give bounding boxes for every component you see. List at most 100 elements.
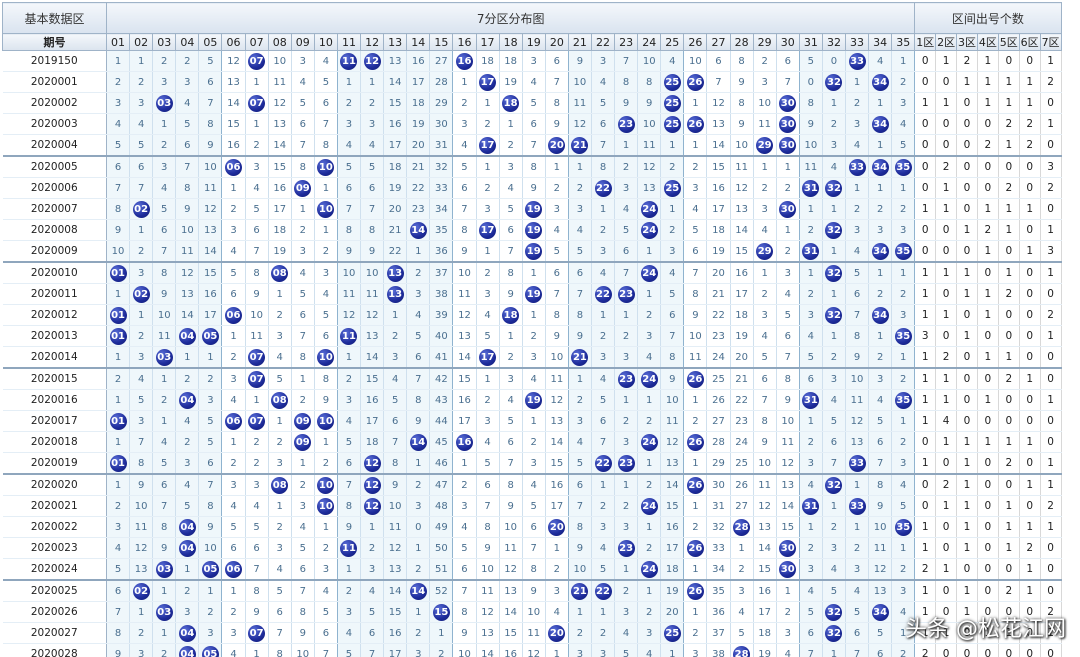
missing-count-cell: 14 (730, 219, 754, 241)
drawn-ball: 12 (363, 454, 381, 472)
zone-count-cell: 0 (1040, 346, 1062, 369)
missing-count-cell: 2 (868, 283, 893, 305)
missing-count-cell: 4 (268, 346, 292, 369)
missing-count-cell: 31 (429, 134, 454, 157)
missing-count-cell: 1 (129, 219, 154, 241)
missing-count-cell: 1 (683, 601, 708, 623)
missing-count-cell: 4 (476, 304, 500, 326)
zone-count-cell: 0 (977, 452, 999, 475)
missing-count-cell: 16 (706, 177, 731, 199)
missing-count-cell: 16 (545, 473, 569, 496)
number-col-header: 20 (544, 33, 569, 51)
missing-count-cell: 9 (314, 389, 338, 411)
missing-count-cell: 9 (545, 325, 569, 347)
drawn-ball: 01 (109, 327, 127, 345)
missing-count-cell: 2 (730, 558, 754, 581)
drawn-number-cell: 02 (129, 283, 154, 305)
missing-count-cell: 5 (522, 495, 546, 517)
missing-count-cell: 5 (522, 92, 546, 114)
missing-count-cell: 4 (845, 240, 870, 263)
missing-count-cell: 2 (545, 177, 569, 199)
drawn-number-cell: 32 (822, 622, 847, 644)
drawn-number-cell: 23 (614, 367, 639, 390)
zone-count-cell: 0 (1040, 410, 1062, 432)
zone-count-cell: 1 (956, 219, 978, 241)
drawn-ball: 33 (848, 497, 866, 515)
missing-count-cell: 32 (706, 516, 731, 538)
table-row: 2020006 7 7 4 8 11 1 4 16 09 1 6 6 19 22 33 6 2 4 9 2 2 22 3 13 2… (2, 177, 1062, 199)
missing-count-cell: 2 (106, 367, 131, 390)
drawn-ball: 10 (317, 348, 335, 366)
missing-count-cell: 12 (360, 304, 385, 326)
zone-count-cell: 1 (914, 410, 937, 432)
number-col-header: 06 (221, 33, 246, 51)
drawn-number-cell: 16 (452, 50, 477, 72)
zone-count-cell: 1 (1040, 50, 1062, 72)
basic-area-header: 基本数据区 (2, 2, 107, 34)
missing-count-cell: 10 (337, 261, 362, 284)
missing-count-cell: 8 (452, 219, 477, 241)
missing-count-cell: 17 (268, 198, 292, 220)
missing-count-cell: 15 (268, 155, 292, 178)
missing-count-cell: 14 (383, 579, 408, 602)
missing-count-cell: 3 (221, 473, 246, 496)
drawn-ball: 06 (225, 306, 243, 324)
drawn-ball: 09 (294, 433, 312, 451)
missing-count-cell: 1 (845, 177, 870, 199)
zone-count-cell: 0 (1019, 50, 1041, 72)
missing-count-cell: 17 (753, 601, 777, 623)
missing-count-cell: 2 (891, 71, 916, 93)
drawn-ball: 32 (825, 179, 843, 197)
drawn-ball: 35 (894, 158, 912, 176)
table-row: 2020002 3 3 03 4 7 14 07 12 5 6 2 2 15 18 29 2 1 18 5 8 11 5 9 9… (2, 92, 1062, 114)
missing-count-cell: 9 (476, 537, 500, 559)
drawn-ball: 04 (178, 539, 196, 557)
period-cell: 2020002 (2, 92, 107, 114)
missing-count-cell: 8 (545, 92, 569, 114)
drawn-number-cell: 02 (129, 579, 154, 602)
missing-count-cell: 4 (591, 537, 616, 559)
missing-count-cell: 2 (175, 50, 200, 72)
missing-count-cell: 5 (799, 50, 823, 72)
drawn-number-cell: 23 (614, 537, 639, 559)
drawn-number-cell: 10 (314, 495, 338, 517)
zone-count-cell: 1 (977, 431, 999, 453)
missing-count-cell: 4 (406, 304, 431, 326)
drawn-ball: 01 (109, 412, 127, 430)
missing-count-cell: 1 (776, 579, 800, 602)
missing-count-cell: 35 (429, 219, 454, 241)
missing-count-cell: 4 (799, 325, 823, 347)
missing-count-cell: 5 (221, 516, 246, 538)
missing-count-cell: 6 (499, 431, 523, 453)
drawn-number-cell: 23 (614, 283, 639, 305)
missing-count-cell: 10 (476, 558, 500, 581)
missing-count-cell: 2 (614, 325, 639, 347)
missing-count-cell: 11 (129, 516, 154, 538)
period-cell: 2020003 (2, 113, 107, 135)
missing-count-cell: 4 (152, 177, 177, 199)
missing-count-cell: 52 (429, 579, 454, 602)
missing-count-cell: 2 (198, 601, 223, 623)
missing-count-cell: 5 (822, 579, 847, 602)
missing-count-cell: 15 (753, 558, 777, 581)
missing-count-cell: 10 (730, 134, 754, 157)
drawn-number-cell: 19 (522, 389, 546, 411)
zone-count-cell: 1 (935, 177, 958, 199)
missing-count-cell: 4 (683, 198, 708, 220)
number-col-header: 12 (360, 33, 385, 51)
missing-count-cell: 40 (429, 325, 454, 347)
zone-count-cell: 0 (977, 325, 999, 347)
drawn-ball: 03 (155, 603, 173, 621)
missing-count-cell: 3 (637, 622, 662, 644)
zone-col-header: 5区 (997, 33, 1020, 51)
zone-count-cell: 0 (935, 516, 958, 538)
missing-count-cell: 13 (637, 177, 662, 199)
missing-count-cell: 4 (291, 516, 315, 538)
missing-count-cell: 6 (245, 537, 269, 559)
missing-count-cell: 1 (476, 92, 500, 114)
number-col-header: 07 (244, 33, 269, 51)
missing-count-cell: 6 (591, 113, 616, 135)
missing-count-cell: 1 (452, 452, 477, 475)
missing-count-cell: 8 (545, 304, 569, 326)
missing-count-cell: 2 (660, 219, 685, 241)
